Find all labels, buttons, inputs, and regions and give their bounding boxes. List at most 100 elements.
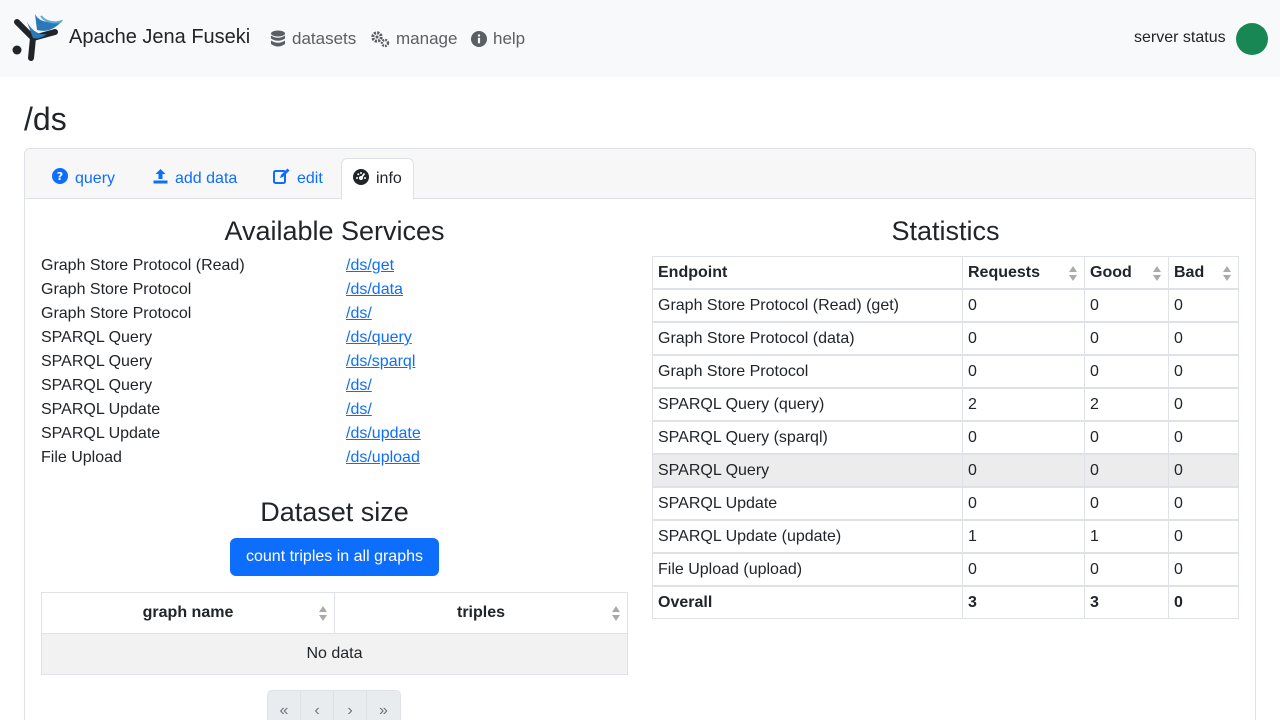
requests-cell: 0 [962, 487, 1085, 520]
edit-icon [273, 168, 290, 189]
service-name: SPARQL Update [41, 401, 161, 418]
empty-table-message: No data [41, 633, 628, 675]
upload-icon [153, 168, 168, 189]
tab-info[interactable]: info [341, 158, 414, 200]
service-name: File Upload [41, 449, 122, 466]
endpoint-cell: SPARQL Query [652, 454, 963, 487]
service-endpoint-link[interactable]: /ds/upload [346, 449, 420, 467]
nav-help[interactable]: help [471, 29, 525, 49]
bad-cell: 0 [1168, 289, 1239, 322]
column-header-label: Bad [1174, 263, 1205, 281]
column-header-label: graph name [142, 604, 234, 621]
service-row: File Upload/ds/upload [41, 449, 631, 473]
count-triples-button[interactable]: count triples in all graphs [230, 538, 439, 576]
service-endpoint-link[interactable]: /ds/ [346, 377, 372, 395]
column-header-requests[interactable]: Requests [962, 256, 1085, 289]
service-endpoint-link[interactable]: /ds/ [346, 401, 372, 419]
statistics-row: File Upload (upload) 0 0 0 [652, 553, 1239, 586]
service-endpoint-link[interactable]: /ds/get [346, 257, 394, 275]
good-cell: 0 [1084, 355, 1169, 388]
service-row: SPARQL Query/ds/sparql [41, 353, 631, 377]
statistics-row: SPARQL Update (update) 1 1 0 [652, 520, 1239, 553]
column-header-good[interactable]: Good [1084, 256, 1169, 289]
endpoint-cell: SPARQL Update [652, 487, 963, 520]
endpoint-cell: Graph Store Protocol [652, 355, 963, 388]
column-header-graph-name[interactable]: graph name [41, 592, 335, 634]
jena-logo-icon [11, 12, 65, 69]
statistics-row: SPARQL Query 0 0 0 [652, 454, 1239, 487]
sort-icon [1222, 265, 1232, 282]
server-status-label: server status [1134, 29, 1226, 46]
bad-cell: 0 [1168, 388, 1239, 421]
bad-cell: 0 [1168, 487, 1239, 520]
pager-first-button[interactable]: « [268, 691, 301, 720]
column-header-bad[interactable]: Bad [1168, 256, 1239, 289]
bad-cell: 0 [1168, 421, 1239, 454]
endpoint-cell: Overall [652, 586, 963, 619]
good-cell: 1 [1084, 520, 1169, 553]
column-header-endpoint: Endpoint [652, 256, 963, 289]
statistics-row: Graph Store Protocol (Read) (get) 0 0 0 [652, 289, 1239, 322]
statistics-row: Graph Store Protocol 0 0 0 [652, 355, 1239, 388]
good-cell: 0 [1084, 487, 1169, 520]
gears-icon [371, 30, 390, 48]
statistics-header-row: Endpoint Requests Good Bad [652, 256, 1239, 289]
pagination: « ‹ › » [267, 690, 401, 720]
service-endpoint-link[interactable]: /ds/sparql [346, 353, 415, 371]
column-header-label: Endpoint [658, 263, 728, 281]
service-name: SPARQL Query [41, 353, 153, 370]
requests-cell: 0 [962, 355, 1085, 388]
endpoint-cell: SPARQL Update (update) [652, 520, 963, 553]
good-cell: 0 [1084, 322, 1169, 355]
endpoint-cell: Graph Store Protocol (data) [652, 322, 963, 355]
sort-icon [611, 605, 621, 622]
nav-help-label: help [493, 29, 526, 48]
pager-prev-button[interactable]: ‹ [301, 691, 334, 720]
service-endpoint-link[interactable]: /ds/ [346, 305, 372, 323]
pager-next-button[interactable]: › [334, 691, 367, 720]
statistics-total-row: Overall 3 3 0 [652, 586, 1239, 619]
dataset-size-title: Dataset size [260, 497, 409, 527]
bad-cell: 0 [1168, 553, 1239, 586]
dashboard-icon [353, 168, 369, 190]
bad-cell: 0 [1168, 355, 1239, 388]
sort-icon [318, 605, 328, 622]
tab-bar: ? query add data edit info [25, 149, 1255, 200]
bad-cell: 0 [1168, 586, 1239, 619]
service-endpoint-link[interactable]: /ds/query [346, 329, 412, 347]
bad-cell: 0 [1168, 322, 1239, 355]
column-header-triples[interactable]: triples [334, 592, 628, 634]
svg-text:?: ? [57, 170, 63, 183]
requests-cell: 0 [962, 421, 1085, 454]
brand-text: Apache Jena Fuseki [69, 26, 251, 48]
tab-add-data[interactable]: add data [142, 158, 248, 199]
nav-manage[interactable]: manage [371, 29, 457, 49]
tab-query-label: query [75, 169, 116, 187]
brand[interactable]: Apache Jena Fuseki [11, 12, 250, 69]
sort-icon [1152, 265, 1162, 282]
navbar: Apache Jena Fuseki datasets manage help … [0, 0, 1280, 77]
good-cell: 0 [1084, 421, 1169, 454]
requests-cell: 1 [962, 520, 1085, 553]
tab-edit[interactable]: edit [262, 158, 334, 199]
good-cell: 0 [1084, 289, 1169, 322]
requests-cell: 0 [962, 289, 1085, 322]
service-endpoint-link[interactable]: /ds/data [346, 281, 403, 299]
tab-query[interactable]: ? query [41, 158, 126, 199]
nav-datasets[interactable]: datasets [270, 29, 356, 49]
endpoint-cell: File Upload (upload) [652, 553, 963, 586]
column-header-label: triples [456, 604, 505, 621]
endpoint-cell: SPARQL Query (sparql) [652, 421, 963, 454]
info-circle-icon [471, 31, 487, 47]
service-name: Graph Store Protocol (Read) [41, 257, 245, 274]
nav-datasets-label: datasets [292, 29, 357, 48]
service-endpoint-link[interactable]: /ds/update [346, 425, 421, 443]
service-row: SPARQL Update/ds/update [41, 425, 631, 449]
service-row: SPARQL Query/ds/ [41, 377, 631, 401]
endpoint-cell: SPARQL Query (query) [652, 388, 963, 421]
sort-icon [1068, 265, 1078, 282]
statistics-row: SPARQL Query (sparql) 0 0 0 [652, 421, 1239, 454]
pager-last-button[interactable]: » [367, 691, 400, 720]
statistics-row: SPARQL Query (query) 2 2 0 [652, 388, 1239, 421]
requests-cell: 0 [962, 553, 1085, 586]
